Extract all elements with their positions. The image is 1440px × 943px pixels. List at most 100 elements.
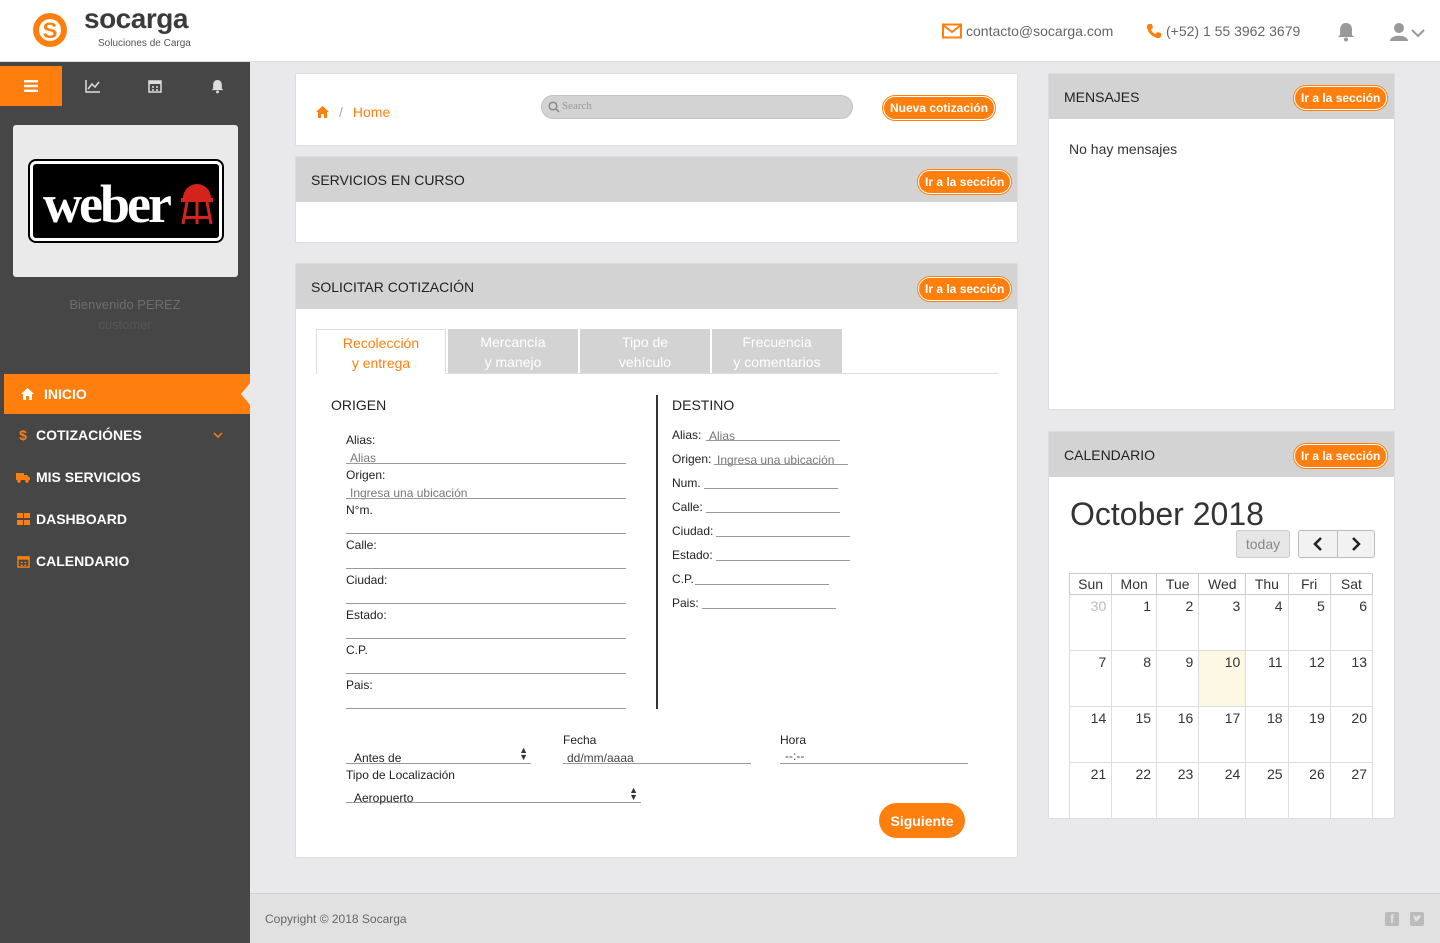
sidebar-item-dashboard[interactable]: DASHBOARD: [0, 499, 250, 539]
calendar-day-cell[interactable]: 24: [1198, 762, 1247, 819]
tipo-localizacion-select[interactable]: Aeropuerto ▲ ▼: [346, 786, 641, 805]
origen-alias-line: [346, 463, 626, 464]
header-email[interactable]: contacto@socarga.com: [942, 23, 1113, 39]
sidebar-item-calendario[interactable]: CALENDARIO: [0, 541, 250, 581]
calendar-week-row: 14 15 16 17 18 19 20: [1068, 706, 1374, 763]
calendar-day-cell[interactable]: 23: [1156, 762, 1200, 819]
twitter-icon[interactable]: [1410, 912, 1424, 926]
antes-de-select[interactable]: Antes de ▲ ▼: [346, 746, 531, 765]
calendar-day-cell[interactable]: 18: [1245, 706, 1289, 763]
hamburger-icon: [24, 80, 38, 92]
chevron-down-icon[interactable]: [1411, 29, 1425, 38]
fecha-input[interactable]: dd/mm/aaaa: [563, 749, 751, 765]
tab-tipo-vehiculo[interactable]: Tipo de vehículo: [580, 329, 710, 374]
facebook-icon[interactable]: f: [1385, 912, 1399, 926]
origen-ciudad-input[interactable]: [346, 603, 626, 604]
siguiente-button[interactable]: Siguiente: [879, 803, 965, 838]
calendar-button[interactable]: [124, 66, 186, 106]
mensajes-panel: MENSAJES Ir a la sección No hay mensajes: [1048, 73, 1395, 410]
calendar-day-cell[interactable]: 19: [1287, 706, 1331, 763]
menu-toggle-button[interactable]: [0, 66, 62, 106]
calendar-day-cell[interactable]: 9: [1156, 650, 1200, 707]
calendar-day-cell[interactable]: 4: [1245, 594, 1289, 651]
calendar-day-cell[interactable]: 6: [1329, 594, 1374, 651]
origen-num-input[interactable]: [346, 533, 626, 534]
servicios-go-button[interactable]: Ir a la sección: [918, 170, 1012, 194]
destino-num-input[interactable]: [704, 488, 838, 489]
breadcrumb-separator: /: [339, 104, 343, 120]
calendar-day-cell[interactable]: 11: [1245, 650, 1289, 707]
calendar-day-cell[interactable]: 13: [1329, 650, 1374, 707]
tab-recoleccion[interactable]: Recolección y entrega: [316, 329, 446, 374]
origen-cp-input[interactable]: [346, 673, 626, 674]
destino-ciudad-input[interactable]: [716, 536, 850, 537]
calendar-day-cell[interactable]: 25: [1245, 762, 1289, 819]
origen-calle-input[interactable]: [346, 568, 626, 569]
calendar-day-cell[interactable]: 26: [1287, 762, 1331, 819]
sidebar-item-mis-servicios[interactable]: MIS SERVICIOS: [0, 457, 250, 497]
nueva-cotizacion-button[interactable]: Nueva cotización: [883, 96, 996, 120]
calendar-day-cell[interactable]: 27: [1329, 762, 1374, 819]
welcome-block: Bienvenido PEREZ customer: [0, 295, 250, 335]
calendar-day-cell[interactable]: 16: [1156, 706, 1200, 763]
destino-estado-input[interactable]: [716, 560, 850, 561]
mensajes-go-button[interactable]: Ir a la sección: [1294, 86, 1388, 110]
envelope-icon: [942, 23, 962, 39]
sidebar-item-cotizaciones[interactable]: $ COTIZACIÓNES: [0, 415, 250, 455]
calendar-grid: Sun Mon Tue Wed Thu Fri Sat 30 1 2 3 4 5 6 7 8 9 10 11 12 1…: [1068, 573, 1374, 819]
calendar-day-cell[interactable]: 12: [1287, 650, 1331, 707]
tab-mercancia[interactable]: Mercancía y manejo: [448, 329, 578, 374]
servicios-header: SERVICIOS EN CURSO: [296, 157, 1017, 202]
calendar-day-cell[interactable]: 7: [1068, 650, 1113, 707]
breadcrumb-home-link[interactable]: Home: [353, 104, 390, 120]
origen-pais-input[interactable]: [346, 708, 626, 709]
calendar-icon: [16, 555, 30, 568]
destino-cp-label: C.P.: [672, 572, 694, 586]
tab-frecuencia[interactable]: Frecuencia y comentarios: [712, 329, 842, 374]
brand-name[interactable]: socarga: [84, 3, 188, 35]
calendar-day-cell[interactable]: 2: [1156, 594, 1200, 651]
calendar-day-cell[interactable]: 14: [1068, 706, 1113, 763]
search-input[interactable]: Search: [541, 95, 853, 119]
copyright-text: Copyright © 2018 Socarga: [265, 912, 407, 926]
calendar-day-cell[interactable]: 10: [1198, 650, 1247, 707]
calendar-day-cell[interactable]: 15: [1111, 706, 1158, 763]
sidebar-item-label: INICIO: [44, 386, 87, 402]
user-icon[interactable]: [1390, 22, 1408, 42]
home-icon[interactable]: [316, 106, 329, 118]
sidebar-item-inicio[interactable]: INICIO: [4, 374, 251, 414]
tipo-localizacion-label: Tipo de Localización: [346, 768, 455, 782]
today-button[interactable]: today: [1236, 530, 1290, 558]
home-icon: [20, 388, 34, 400]
chart-button[interactable]: [62, 66, 124, 106]
destino-calle-input[interactable]: [706, 512, 840, 513]
client-logo: weber: [30, 161, 222, 241]
prev-month-button[interactable]: [1298, 530, 1338, 558]
bell-icon[interactable]: [1337, 22, 1355, 42]
calendario-go-button[interactable]: Ir a la sección: [1294, 444, 1388, 468]
destino-cp-input[interactable]: [695, 584, 829, 585]
calendar-day-cell[interactable]: 5: [1287, 594, 1331, 651]
calendar-day-cell[interactable]: 22: [1111, 762, 1158, 819]
calendar-day-cell[interactable]: 1: [1111, 594, 1158, 651]
calendar-day-cell[interactable]: 30: [1068, 594, 1113, 651]
truck-icon: [16, 472, 30, 483]
origen-estado-input[interactable]: [346, 638, 626, 639]
cotizacion-panel: SOLICITAR COTIZACIÓN Ir a la sección Rec…: [295, 263, 1018, 858]
calendar-day-cell[interactable]: 8: [1111, 650, 1158, 707]
calendar-day-cell[interactable]: 20: [1329, 706, 1374, 763]
destino-calle-label: Calle:: [672, 500, 703, 514]
cotizacion-title: SOLICITAR COTIZACIÓN: [311, 278, 475, 295]
calendar-day-cell[interactable]: 21: [1068, 762, 1113, 819]
notifications-button[interactable]: [186, 66, 248, 106]
tipo-localizacion-value: Aeropuerto: [354, 791, 414, 805]
cotizacion-go-button[interactable]: Ir a la sección: [918, 277, 1012, 301]
hora-input[interactable]: --:--: [780, 749, 968, 764]
destino-pais-input[interactable]: [702, 608, 836, 609]
calendar-day-cell[interactable]: 3: [1198, 594, 1247, 651]
socarga-logo-icon[interactable]: S: [32, 5, 68, 55]
mensajes-title: MENSAJES: [1064, 88, 1140, 105]
header-phone[interactable]: (+52) 1 55 3962 3679: [1146, 23, 1300, 39]
calendar-day-cell[interactable]: 17: [1198, 706, 1247, 763]
next-month-button[interactable]: [1337, 530, 1375, 558]
